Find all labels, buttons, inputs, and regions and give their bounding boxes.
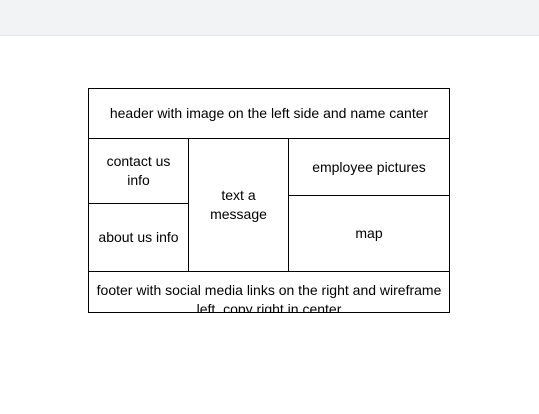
contact-label: contact us info (106, 153, 171, 188)
wireframe-diagram: header with image on the left side and n… (0, 0, 539, 414)
contact-box: contact us info (88, 138, 189, 204)
text-message-label: text a message (210, 187, 267, 222)
header-label: header with image on the left side and n… (109, 105, 429, 121)
employee-pictures-box: employee pictures (288, 138, 450, 196)
about-label: about us info (98, 229, 179, 245)
employee-pictures-label: employee pictures (312, 158, 426, 175)
text-message-box: text a message (188, 138, 289, 272)
map-label: map (355, 225, 383, 241)
header-box: header with image on the left side and n… (88, 88, 450, 139)
footer-label: footer with social media links on the ri… (96, 282, 442, 313)
footer-box: footer with social media links on the ri… (88, 271, 450, 313)
map-box: map (288, 195, 450, 272)
about-box: about us info (88, 203, 189, 272)
